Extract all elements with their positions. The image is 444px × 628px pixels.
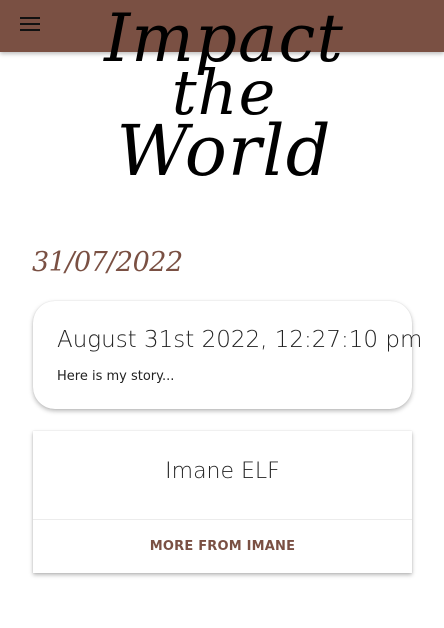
more-from-author-button[interactable]: MORE FROM IMANE <box>33 520 412 573</box>
menu-line <box>20 23 40 25</box>
author-name: Imane ELF <box>165 459 280 484</box>
story-title: August 31st 2022, 12:27:10 pm <box>57 327 423 353</box>
story-card[interactable]: August 31st 2022, 12:27:10 pm Here is my… <box>33 301 422 409</box>
date-heading: 31/07/2022 <box>32 247 183 278</box>
story-text: Here is my story... <box>57 369 175 384</box>
logo-line-3: World <box>116 110 332 192</box>
menu-line <box>20 29 40 31</box>
hamburger-menu-icon[interactable] <box>20 16 40 32</box>
site-logo: Impact the World <box>96 6 352 206</box>
menu-line <box>20 17 40 19</box>
author-card: Imane ELF MORE FROM IMANE <box>33 431 412 573</box>
